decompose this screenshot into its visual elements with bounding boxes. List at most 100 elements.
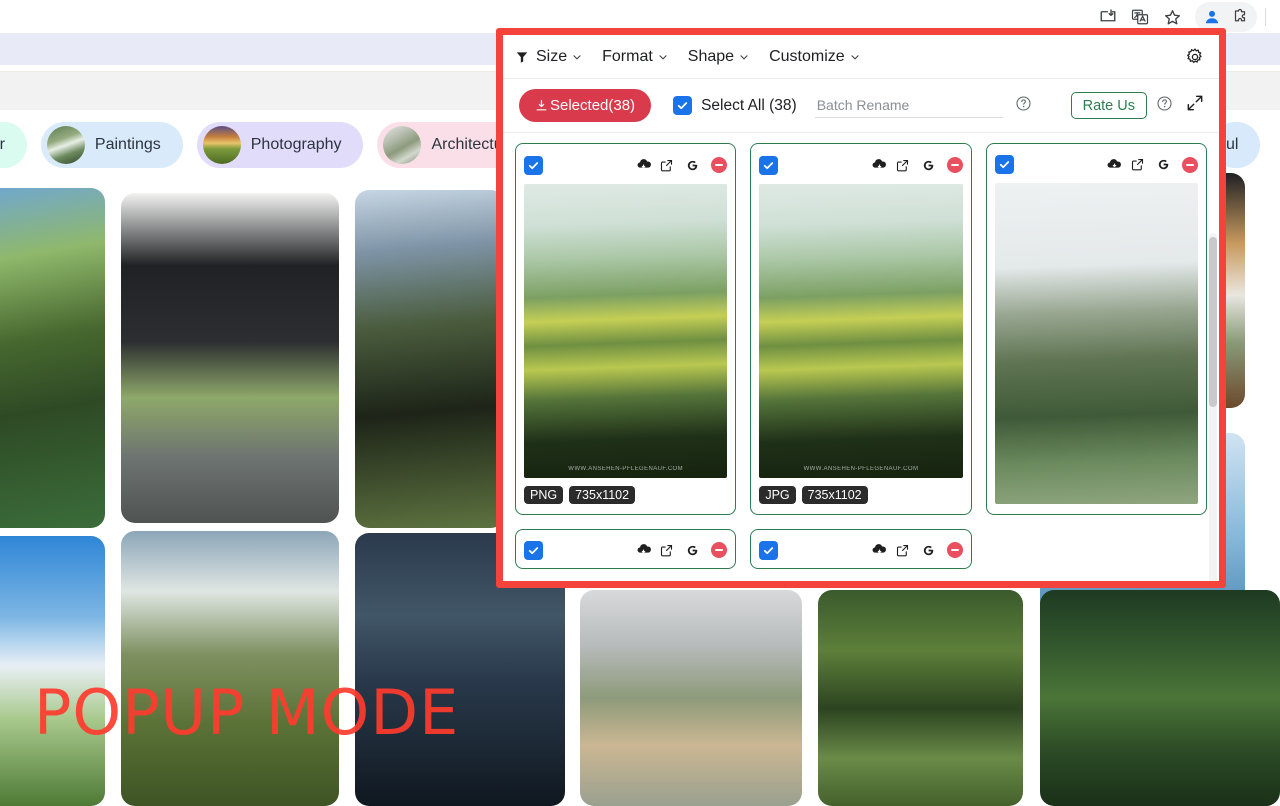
image-card-checkbox[interactable] bbox=[524, 156, 543, 175]
popup-window-frame: Size Format Shape Customize bbox=[496, 28, 1226, 588]
image-card-toolbar bbox=[995, 152, 1198, 177]
gallery-item-city-plaza-aerial[interactable] bbox=[580, 590, 802, 806]
image-thumbnail[interactable] bbox=[995, 183, 1198, 504]
image-thumbnail[interactable]: WWW.ANSEHEN-PFLEGENAUF.COM bbox=[524, 184, 727, 478]
rate-help-icon[interactable] bbox=[1156, 95, 1173, 117]
image-card-icons bbox=[636, 542, 728, 558]
cloud-download-icon[interactable] bbox=[636, 157, 649, 173]
chevron-down-icon bbox=[739, 52, 749, 62]
open-external-icon[interactable] bbox=[659, 158, 674, 173]
dimensions-badge: 735x1102 bbox=[569, 486, 635, 504]
menu-customize-label: Customize bbox=[769, 48, 845, 66]
download-selected-button[interactable]: Selected(38) bbox=[519, 89, 651, 122]
popup-filter-toolbar: Size Format Shape Customize bbox=[503, 35, 1219, 79]
chip-paintings[interactable]: Paintings bbox=[41, 122, 183, 168]
remove-minus-icon[interactable] bbox=[947, 157, 963, 173]
menu-shape-label: Shape bbox=[688, 48, 734, 66]
gallery-item-green-valley-river[interactable] bbox=[1040, 590, 1280, 806]
format-badge: PNG bbox=[524, 486, 563, 504]
gear-icon[interactable] bbox=[1185, 47, 1205, 67]
image-card-4[interactable] bbox=[515, 529, 736, 569]
batch-rename-input[interactable] bbox=[815, 93, 1003, 118]
remove-minus-icon[interactable] bbox=[1182, 157, 1198, 173]
dimensions-badge: 735x1102 bbox=[802, 486, 868, 504]
popup-actions-bar: Selected(38) Select All (38) Rate Us bbox=[503, 79, 1219, 133]
image-card-icons bbox=[1106, 157, 1198, 173]
menu-format[interactable]: Format bbox=[602, 48, 668, 66]
image-card-checkbox[interactable] bbox=[759, 541, 778, 560]
image-card-toolbar bbox=[759, 152, 962, 178]
chevron-down-icon bbox=[658, 52, 668, 62]
waterfall-thumb-icon bbox=[47, 126, 85, 164]
select-all-label: Select All (38) bbox=[701, 97, 797, 115]
image-card-checkbox[interactable] bbox=[524, 541, 543, 560]
chip-photography[interactable]: Photography bbox=[197, 122, 364, 168]
google-search-icon[interactable] bbox=[685, 158, 700, 173]
toolbar-divider bbox=[1265, 8, 1266, 26]
open-external-icon[interactable] bbox=[895, 158, 910, 173]
remove-minus-icon[interactable] bbox=[711, 157, 727, 173]
image-thumbnail[interactable]: WWW.ANSEHEN-PFLEGENAUF.COM bbox=[759, 184, 962, 478]
popup-scrollbar-thumb[interactable] bbox=[1209, 237, 1217, 407]
image-card-icons bbox=[636, 157, 728, 173]
rate-us-button[interactable]: Rate Us bbox=[1071, 92, 1147, 119]
gallery-thumb bbox=[121, 531, 339, 806]
cloud-download-icon[interactable] bbox=[636, 542, 649, 558]
google-search-icon[interactable] bbox=[1156, 157, 1171, 172]
open-external-icon[interactable] bbox=[659, 543, 674, 558]
gallery-item-mountain-ridge-hiker[interactable] bbox=[355, 190, 505, 528]
image-card-checkbox[interactable] bbox=[759, 156, 778, 175]
gallery-thumb bbox=[818, 590, 1023, 806]
image-card-icons bbox=[871, 157, 963, 173]
select-all-control[interactable]: Select All (38) bbox=[673, 96, 797, 115]
image-card-checkbox[interactable] bbox=[995, 155, 1014, 174]
chevron-down-icon bbox=[850, 52, 860, 62]
format-badge: JPG bbox=[759, 486, 795, 504]
cloud-download-icon[interactable] bbox=[871, 542, 884, 558]
image-watermark-text: WWW.ANSEHEN-PFLEGENAUF.COM bbox=[759, 466, 962, 472]
image-card-1[interactable]: WWW.ANSEHEN-PFLEGENAUF.COM PNG 735x1102 bbox=[515, 143, 736, 515]
menu-shape[interactable]: Shape bbox=[688, 48, 749, 66]
image-card-3[interactable] bbox=[986, 143, 1207, 515]
chevron-down-icon bbox=[572, 52, 582, 62]
menu-size[interactable]: Size bbox=[536, 48, 582, 66]
profile-avatar-icon[interactable] bbox=[1199, 4, 1225, 30]
google-search-icon[interactable] bbox=[685, 543, 700, 558]
filter-funnel-icon[interactable] bbox=[515, 50, 529, 64]
gallery-item-blue-sky-cottage[interactable] bbox=[0, 536, 105, 806]
extensions-puzzle-icon[interactable] bbox=[1227, 4, 1253, 30]
gallery-item-stone-bridge-garden[interactable] bbox=[0, 188, 105, 528]
menu-customize[interactable]: Customize bbox=[769, 48, 860, 66]
gallery-thumb bbox=[355, 190, 505, 528]
image-card-toolbar bbox=[524, 538, 727, 562]
menu-size-label: Size bbox=[536, 48, 567, 66]
expand-fullscreen-icon[interactable] bbox=[1185, 93, 1205, 118]
image-watermark-text: WWW.ANSEHEN-PFLEGENAUF.COM bbox=[524, 466, 727, 472]
open-external-icon[interactable] bbox=[1130, 157, 1145, 172]
image-meta-badges: JPG 735x1102 bbox=[759, 486, 962, 504]
cloud-download-icon[interactable] bbox=[1106, 157, 1119, 173]
gallery-item-forest-tram-tunnel[interactable] bbox=[818, 590, 1023, 806]
image-card-toolbar bbox=[524, 152, 727, 178]
batch-rename-help-icon[interactable] bbox=[1015, 95, 1032, 117]
image-card-toolbar bbox=[759, 538, 962, 562]
remove-minus-icon[interactable] bbox=[711, 542, 727, 558]
google-search-icon[interactable] bbox=[921, 543, 936, 558]
field-thumb-icon bbox=[203, 126, 241, 164]
image-card-icons bbox=[871, 542, 963, 558]
google-search-icon[interactable] bbox=[921, 158, 936, 173]
remove-minus-icon[interactable] bbox=[947, 542, 963, 558]
batch-rename-field[interactable] bbox=[815, 93, 1003, 118]
select-all-checkbox[interactable] bbox=[673, 96, 692, 115]
cloud-download-icon[interactable] bbox=[871, 157, 884, 173]
image-card-5[interactable] bbox=[750, 529, 971, 569]
image-card-2[interactable]: WWW.ANSEHEN-PFLEGENAUF.COM JPG 735x1102 bbox=[750, 143, 971, 515]
chip-wallpaper[interactable]: paper bbox=[0, 122, 27, 168]
popup-results-area: WWW.ANSEHEN-PFLEGENAUF.COM PNG 735x1102 bbox=[503, 133, 1219, 581]
gallery-thumb bbox=[1040, 590, 1280, 806]
image-meta-badges: PNG 735x1102 bbox=[524, 486, 727, 504]
open-external-icon[interactable] bbox=[895, 543, 910, 558]
gallery-item-modern-black-house[interactable] bbox=[121, 193, 339, 523]
download-selected-label: Selected(38) bbox=[550, 97, 635, 114]
gallery-item-green-meadow-clouds[interactable] bbox=[121, 531, 339, 806]
